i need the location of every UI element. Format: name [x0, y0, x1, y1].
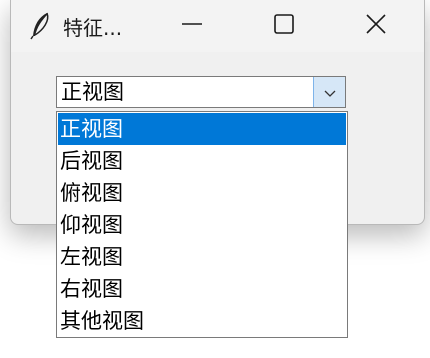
title-bar[interactable]: 特征...	[11, 0, 424, 52]
close-button[interactable]	[353, 0, 399, 52]
combobox-dropdown-button[interactable]	[313, 77, 345, 107]
list-option-other-view[interactable]: 其他视图	[58, 305, 346, 337]
combobox-value: 正视图	[61, 80, 124, 104]
view-combobox[interactable]: 正视图	[56, 76, 346, 108]
list-option-bottom-view[interactable]: 仰视图	[58, 209, 346, 241]
window-title: 特征...	[63, 16, 123, 40]
list-option-right-view[interactable]: 右视图	[58, 273, 346, 305]
chevron-down-icon	[324, 83, 336, 102]
list-option-left-view[interactable]: 左视图	[58, 241, 346, 273]
minimize-button[interactable]	[169, 0, 215, 52]
minimize-icon	[181, 13, 203, 39]
maximize-button[interactable]	[261, 0, 307, 52]
feather-icon	[29, 12, 51, 40]
list-option-back-view[interactable]: 后视图	[58, 145, 346, 177]
list-option-front-view[interactable]: 正视图	[58, 113, 346, 145]
maximize-icon	[273, 13, 295, 39]
screen: 特征... 正视图 正视图 后视图 俯视图 仰视图 左视图 右视图 其他视图	[0, 0, 430, 358]
dropdown-list[interactable]: 正视图 后视图 俯视图 仰视图 左视图 右视图 其他视图	[56, 111, 348, 338]
close-icon	[365, 13, 387, 39]
list-option-top-view[interactable]: 俯视图	[58, 177, 346, 209]
